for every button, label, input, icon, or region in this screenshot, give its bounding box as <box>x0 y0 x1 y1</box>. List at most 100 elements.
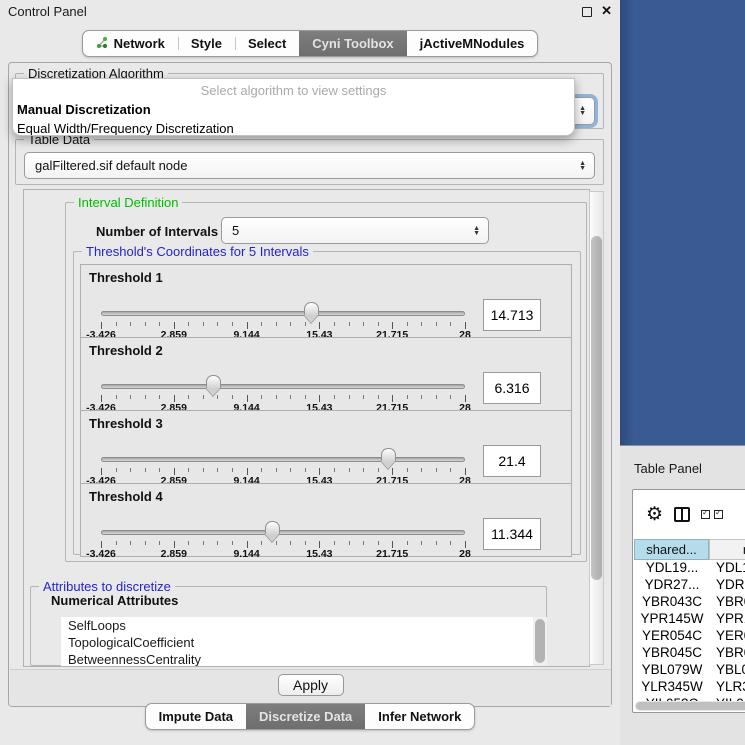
tab-label: Network <box>114 36 165 51</box>
slider-tick <box>116 541 117 545</box>
slider-tick <box>392 541 393 548</box>
column-header-1[interactable]: shared... <box>634 539 709 560</box>
attribute-item[interactable]: BetweennessCentrality <box>61 651 533 666</box>
attributes-scrollbar[interactable] <box>533 617 547 666</box>
slider-tick <box>421 322 422 326</box>
tab-style[interactable]: Style <box>178 31 235 56</box>
tab-impute-data[interactable]: Impute Data <box>146 704 246 729</box>
threshold-label: Threshold 4 <box>89 489 163 504</box>
column-header-2[interactable]: n <box>709 539 745 560</box>
float-window-icon[interactable] <box>582 7 592 17</box>
slider-tick <box>232 395 233 399</box>
attribute-item[interactable]: SelfLoops <box>61 617 533 634</box>
slider-thumb[interactable] <box>381 448 396 461</box>
slider-tick <box>465 322 466 329</box>
threshold-value-field[interactable]: 11.344 <box>483 518 541 550</box>
slider-tick <box>232 468 233 472</box>
table-row[interactable]: YBL079WYBL0 <box>634 662 745 679</box>
check-icon[interactable] <box>714 510 723 519</box>
popup-option-manual-discretization[interactable]: Manual Discretization <box>13 100 574 119</box>
table-row[interactable]: YPR145WYPR1 <box>634 611 745 628</box>
tab-cyni-toolbox[interactable]: Cyni Toolbox <box>299 31 406 56</box>
table-row[interactable]: YDR27...YDR2 <box>634 577 745 594</box>
table-header-row: shared...n <box>634 539 745 560</box>
slider-tick <box>276 395 277 399</box>
slider-tick <box>261 395 262 399</box>
close-icon[interactable]: ✕ <box>601 3 612 19</box>
slider-tick <box>349 322 350 326</box>
threshold-value-field[interactable]: 6.316 <box>483 372 541 404</box>
slider-tick <box>319 395 320 402</box>
slider-tick <box>436 541 437 545</box>
slider-tick <box>217 468 218 472</box>
attributes-group: Attributes to discretize Numerical Attri… <box>30 586 547 666</box>
tab-label: Style <box>191 36 222 51</box>
slider-thumb[interactable] <box>265 521 280 534</box>
tab-jactivemnodules[interactable]: jActiveMNodules <box>407 31 538 56</box>
slider-tick <box>319 322 320 329</box>
table-row[interactable]: YBR045CYBR0 <box>634 645 745 662</box>
slider-tick <box>203 322 204 326</box>
slider-tick <box>407 468 408 472</box>
table-hscrollbar-thumb[interactable] <box>636 702 745 710</box>
threshold-value-field[interactable]: 21.4 <box>483 445 541 477</box>
table-panel: Table Panel ⚙ shared...n YDL19...YDL1YDR… <box>620 445 745 745</box>
slider-thumb[interactable] <box>206 375 221 388</box>
combo-arrows-icon: ▲▼ <box>579 106 586 116</box>
slider-tick <box>363 541 364 545</box>
slider-thumb[interactable] <box>304 302 319 315</box>
slider-tick <box>334 468 335 472</box>
gear-icon[interactable]: ⚙ <box>646 505 663 524</box>
cell-shared-name: YPR145W <box>634 611 710 628</box>
slider-tick <box>421 395 422 399</box>
tab-network[interactable]: Network <box>83 31 178 56</box>
slider-tick <box>130 541 131 545</box>
slider-track[interactable] <box>101 311 465 316</box>
slider-tick <box>174 468 175 475</box>
settings-scrollbar-thumb[interactable] <box>591 236 602 580</box>
attribute-item[interactable]: TopologicalCoefficient <box>61 634 533 651</box>
cell-name: YLR3 <box>710 679 745 696</box>
slider-tick <box>334 541 335 545</box>
num-intervals-combo[interactable]: 5 ▲▼ <box>221 217 489 244</box>
table-row[interactable]: YBR043CYBR0 <box>634 594 745 611</box>
table-row[interactable]: YDL19...YDL1 <box>634 560 745 577</box>
numerical-attributes-list[interactable]: SelfLoopsTopologicalCoefficientBetweenne… <box>61 617 533 666</box>
split-columns-icon[interactable] <box>674 507 690 522</box>
slider-tick <box>174 541 175 548</box>
slider-tick <box>276 322 277 326</box>
slider-track[interactable] <box>101 384 465 389</box>
slider-tick <box>450 541 451 545</box>
slider-tick <box>174 395 175 402</box>
slider-track[interactable] <box>101 530 465 535</box>
slider-tick <box>450 395 451 399</box>
attributes-scrollbar-thumb[interactable] <box>535 619 545 663</box>
tab-select[interactable]: Select <box>235 31 299 56</box>
table-row[interactable]: YER054CYER0 <box>634 628 745 645</box>
slider-tick <box>145 395 146 399</box>
combo-arrows-icon: ▲▼ <box>579 161 586 171</box>
top-tabbar: Network Style SelectCyni ToolboxjActiveMNo… <box>82 30 539 57</box>
tab-discretize-data[interactable]: Discretize Data <box>246 704 365 729</box>
slider-track[interactable] <box>101 457 465 462</box>
table-row[interactable]: YLR345WYLR3 <box>634 679 745 696</box>
slider-tick <box>232 541 233 545</box>
check-icon[interactable] <box>701 510 710 519</box>
threshold-row-3: Threshold 3-3.4262.8599.14415.4321.71528… <box>80 410 572 484</box>
attributes-group-label: Attributes to discretize <box>39 579 175 594</box>
slider-tick <box>392 322 393 329</box>
popup-option-equal-width-frequency-discretization[interactable]: Equal Width/Frequency Discretization <box>13 119 574 136</box>
slider-tick-label: 9.144 <box>233 548 259 560</box>
slider-tick <box>465 541 466 548</box>
tab-infer-network[interactable]: Infer Network <box>365 704 474 729</box>
settings-scrollbar[interactable] <box>589 191 604 665</box>
table-data-combo[interactable]: galFiltered.sif default node ▲▼ <box>24 152 595 179</box>
slider-tick-label: 15.43 <box>306 548 332 560</box>
table-horizontal-scrollbar[interactable] <box>635 701 745 711</box>
threshold-value-field[interactable]: 14.713 <box>483 299 541 331</box>
column-check-icons[interactable] <box>701 510 723 519</box>
slider-tick <box>101 541 102 548</box>
slider-tick <box>334 322 335 326</box>
apply-button[interactable]: Apply <box>278 674 344 696</box>
slider-tick <box>276 468 277 472</box>
